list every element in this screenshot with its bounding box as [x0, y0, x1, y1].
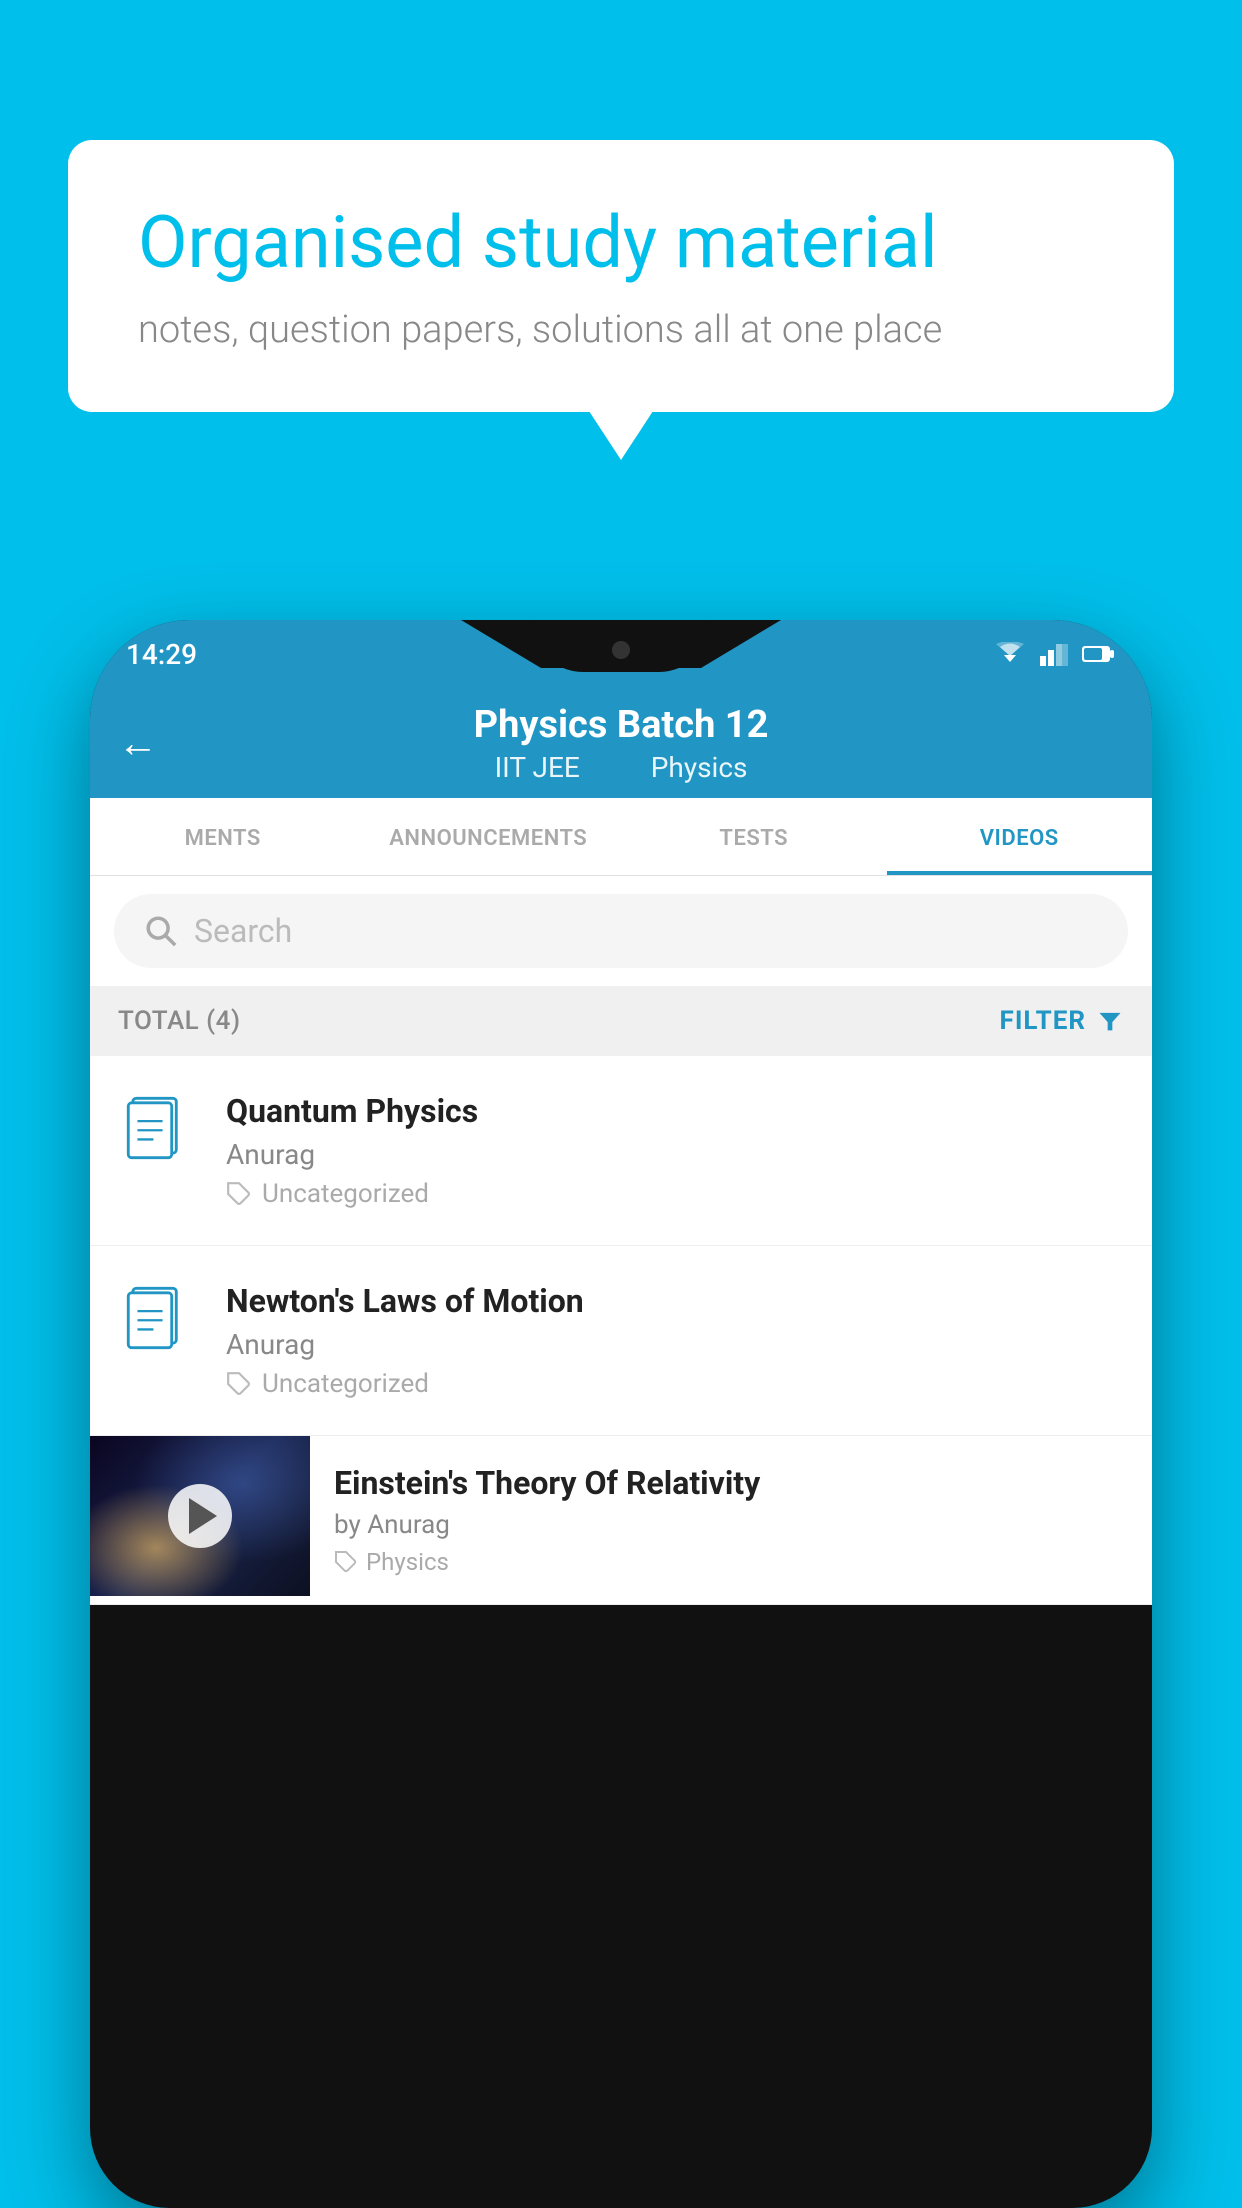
- notch: [531, 620, 711, 672]
- phone-frame: 14:29: [90, 620, 1152, 2208]
- video-author: Anurag: [226, 1138, 1124, 1171]
- video-thumbnail: [90, 1436, 310, 1596]
- battery-icon: [1082, 644, 1116, 664]
- search-bar[interactable]: Search: [114, 894, 1128, 968]
- list-item[interactable]: Einstein's Theory Of Relativity by Anura…: [90, 1436, 1152, 1605]
- search-placeholder: Search: [194, 912, 292, 950]
- tag-icon: [226, 1181, 252, 1207]
- video-author: by Anurag: [334, 1510, 1128, 1540]
- video-tag: Uncategorized: [226, 1179, 1124, 1209]
- video-author: Anurag: [226, 1328, 1124, 1361]
- camera: [612, 641, 630, 659]
- back-button[interactable]: ←: [118, 720, 158, 767]
- search-icon: [144, 914, 178, 948]
- total-label: TOTAL (4): [118, 1006, 241, 1036]
- video-title: Einstein's Theory Of Relativity: [334, 1464, 1128, 1502]
- file-icon: [118, 1096, 198, 1180]
- tab-videos[interactable]: VIDEOS: [887, 798, 1153, 875]
- header-title: Physics Batch 12: [474, 703, 769, 747]
- tag-icon: [334, 1550, 358, 1574]
- video-info: Quantum Physics Anurag Uncategorized: [226, 1092, 1124, 1209]
- header-subtitle: IIT JEE Physics: [479, 751, 764, 784]
- video-info: Newton's Laws of Motion Anurag Uncategor…: [226, 1282, 1124, 1399]
- play-button[interactable]: [168, 1484, 232, 1548]
- bubble-title: Organised study material: [138, 200, 1104, 286]
- play-triangle-icon: [189, 1498, 217, 1534]
- file-icon: [118, 1286, 198, 1370]
- bubble-subtitle: notes, question papers, solutions all at…: [138, 308, 1104, 352]
- list-item[interactable]: Quantum Physics Anurag Uncategorized: [90, 1056, 1152, 1246]
- status-time: 14:29: [126, 638, 197, 671]
- filter-bar: TOTAL (4) FILTER: [90, 986, 1152, 1056]
- speech-bubble: Organised study material notes, question…: [68, 140, 1174, 412]
- video-tag: Physics: [334, 1548, 1128, 1576]
- search-bar-container: Search: [90, 876, 1152, 986]
- status-bar: 14:29: [90, 620, 1152, 688]
- video-tag: Uncategorized: [226, 1369, 1124, 1399]
- tag-icon: [226, 1371, 252, 1397]
- video-info: Einstein's Theory Of Relativity by Anura…: [310, 1436, 1152, 1604]
- list-item[interactable]: Newton's Laws of Motion Anurag Uncategor…: [90, 1246, 1152, 1436]
- tab-tests[interactable]: TESTS: [621, 798, 887, 875]
- header-subtitle-part2: Physics: [651, 751, 748, 784]
- header-subtitle-part1: IIT JEE: [495, 751, 580, 784]
- signal-icon: [1040, 642, 1068, 666]
- filter-button[interactable]: FILTER: [1000, 1006, 1124, 1036]
- status-icons: [994, 642, 1116, 666]
- content-area: Quantum Physics Anurag Uncategorized: [90, 1056, 1152, 1605]
- tab-ments[interactable]: MENTS: [90, 798, 356, 875]
- phone-inner: 14:29: [90, 620, 1152, 2208]
- tab-announcements[interactable]: ANNOUNCEMENTS: [356, 798, 622, 875]
- filter-icon: [1096, 1007, 1124, 1035]
- video-title: Quantum Physics: [226, 1092, 1124, 1130]
- wifi-icon: [994, 642, 1026, 666]
- app-header: ← Physics Batch 12 IIT JEE Physics: [90, 688, 1152, 798]
- tab-bar: MENTS ANNOUNCEMENTS TESTS VIDEOS: [90, 798, 1152, 876]
- thumbnail-overlay: [90, 1436, 310, 1596]
- speech-bubble-container: Organised study material notes, question…: [68, 140, 1174, 412]
- video-title: Newton's Laws of Motion: [226, 1282, 1124, 1320]
